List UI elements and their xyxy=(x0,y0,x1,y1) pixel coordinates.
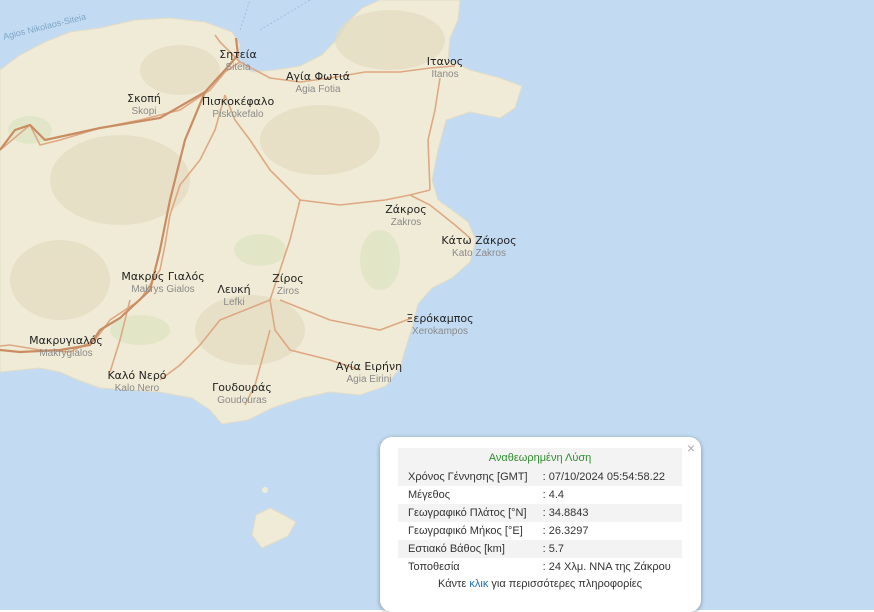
place-name-greek: Αγία Ειρήνη xyxy=(335,360,403,373)
place-name-latin: Agia Eirini xyxy=(346,374,392,385)
more-info-suffix: για περισσότερες πληροφορίες xyxy=(488,578,642,590)
quake-details-table: Χρόνος Γέννησης [GMT] : 07/10/2024 05:54… xyxy=(398,468,682,576)
place-label[interactable]: Αγία Φωτιά Agia Fotia xyxy=(286,70,350,96)
place-name-latin: Itanos xyxy=(431,69,459,80)
place-label[interactable]: Σητεία Siteia xyxy=(219,48,256,74)
place-name-greek: Καλό Νερό xyxy=(107,369,167,382)
place-name-latin: Ziros xyxy=(276,286,300,297)
row-label: Μέγεθος xyxy=(408,489,451,501)
place-name-latin: Siteia xyxy=(225,62,251,73)
row-value: : 24 Χλμ. ΝΝΑ της Ζάκρου xyxy=(542,561,671,573)
place-label[interactable]: Μακρύς Γιαλός Makrys Gialos xyxy=(121,270,204,296)
table-row: Εστιακό Βάθος [km] : 5.7 xyxy=(398,540,682,558)
row-label: Εστιακό Βάθος [km] xyxy=(398,540,539,558)
place-label[interactable]: Ιτανος Itanos xyxy=(427,55,463,81)
row-value: : 5.7 xyxy=(538,540,682,558)
place-label[interactable]: Γουδουράς Goudouras xyxy=(212,381,272,407)
row-value: : 07/10/2024 05:54:58.22 xyxy=(538,468,682,486)
place-label[interactable]: Αγία Ειρήνη Agia Eirini xyxy=(336,360,402,386)
place-label[interactable]: Πισκοκέφαλο Piskokefalo xyxy=(202,95,274,121)
place-name-greek: Λευκή xyxy=(217,283,251,296)
place-name-greek: Αγία Φωτιά xyxy=(286,70,350,83)
place-name-greek: Πισκοκέφαλο xyxy=(201,95,275,108)
place-label[interactable]: Λευκή Lefki xyxy=(217,283,250,309)
row-value: : 26.3297 xyxy=(542,525,589,537)
place-name-latin: Makrygialos xyxy=(39,348,93,359)
place-name-greek: Ζάκρος xyxy=(385,203,427,216)
place-label[interactable]: Καλό Νερό Kalo Nero xyxy=(107,369,166,395)
row-label: Χρόνος Γέννησης [GMT] xyxy=(398,468,539,486)
row-label: Γεωγραφικό Πλάτος [°N] xyxy=(398,504,539,522)
islet xyxy=(262,487,268,493)
place-name-greek: Γουδουράς xyxy=(212,381,272,394)
table-row: Τοποθεσία : 24 Χλμ. ΝΝΑ της Ζάκρου xyxy=(398,558,682,576)
place-name-latin: Lefki xyxy=(223,297,245,308)
table-row: Γεωγραφικό Μήκος [°E] : 26.3297 xyxy=(398,522,682,540)
place-label[interactable]: Κάτω Ζάκρος Kato Zakros xyxy=(441,234,516,260)
popup-title: Αναθεωρημένη Λύση xyxy=(398,448,682,468)
table-row: Μέγεθος : 4.4 xyxy=(398,486,682,504)
place-label[interactable]: Ξερόκαμπος Xerokampos xyxy=(406,312,473,338)
place-name-latin: Kato Zakros xyxy=(452,248,506,259)
row-label: Τοποθεσία xyxy=(408,561,460,573)
more-info-prefix: Κάντε xyxy=(438,578,470,590)
place-name-latin: Xerokampos xyxy=(411,326,469,337)
place-name-greek: Μακρυγιαλός xyxy=(29,334,103,347)
place-name-greek: Ζίρος xyxy=(272,272,304,285)
place-name-latin: Makrys Gialos xyxy=(131,284,195,295)
place-name-latin: Skopi xyxy=(131,106,157,117)
place-name-latin: Piskokefalo xyxy=(212,109,264,120)
place-name-greek: Σητεία xyxy=(219,48,257,61)
place-label[interactable]: Μακρυγιαλός Makrygialos xyxy=(29,334,103,360)
row-value: : 4.4 xyxy=(542,489,565,501)
place-name-latin: Zakros xyxy=(390,217,422,228)
place-name-greek: Σκοπή xyxy=(127,92,161,105)
row-value: : 34.8843 xyxy=(538,504,682,522)
place-label[interactable]: Ζίρος Ziros xyxy=(272,272,303,298)
row-label: Γεωγραφικό Μήκος [°E] xyxy=(408,525,523,537)
place-label[interactable]: Ζάκρος Zakros xyxy=(385,203,426,229)
more-info-text: Κάντε κλικ για περισσότερες πληροφορίες xyxy=(398,578,682,590)
more-info-link[interactable]: κλικ xyxy=(469,578,488,590)
earthquake-info-popup: × Αναθεωρημένη Λύση Χρόνος Γέννησης [GMT… xyxy=(380,437,701,612)
table-row: Γεωγραφικό Πλάτος [°N] : 34.8843 xyxy=(398,504,682,522)
place-name-greek: Κάτω Ζάκρος xyxy=(441,234,517,247)
close-icon[interactable]: × xyxy=(687,440,695,456)
table-row: Χρόνος Γέννησης [GMT] : 07/10/2024 05:54… xyxy=(398,468,682,486)
place-label[interactable]: Σκοπή Skopi xyxy=(127,92,161,118)
place-name-greek: Μακρύς Γιαλός xyxy=(121,270,205,283)
place-name-greek: Ξερόκαμπος xyxy=(406,312,474,325)
place-name-latin: Kalo Nero xyxy=(114,383,160,394)
place-name-latin: Agia Fotia xyxy=(295,84,341,95)
place-name-greek: Ιτανος xyxy=(426,55,464,68)
place-name-latin: Goudouras xyxy=(217,395,267,406)
